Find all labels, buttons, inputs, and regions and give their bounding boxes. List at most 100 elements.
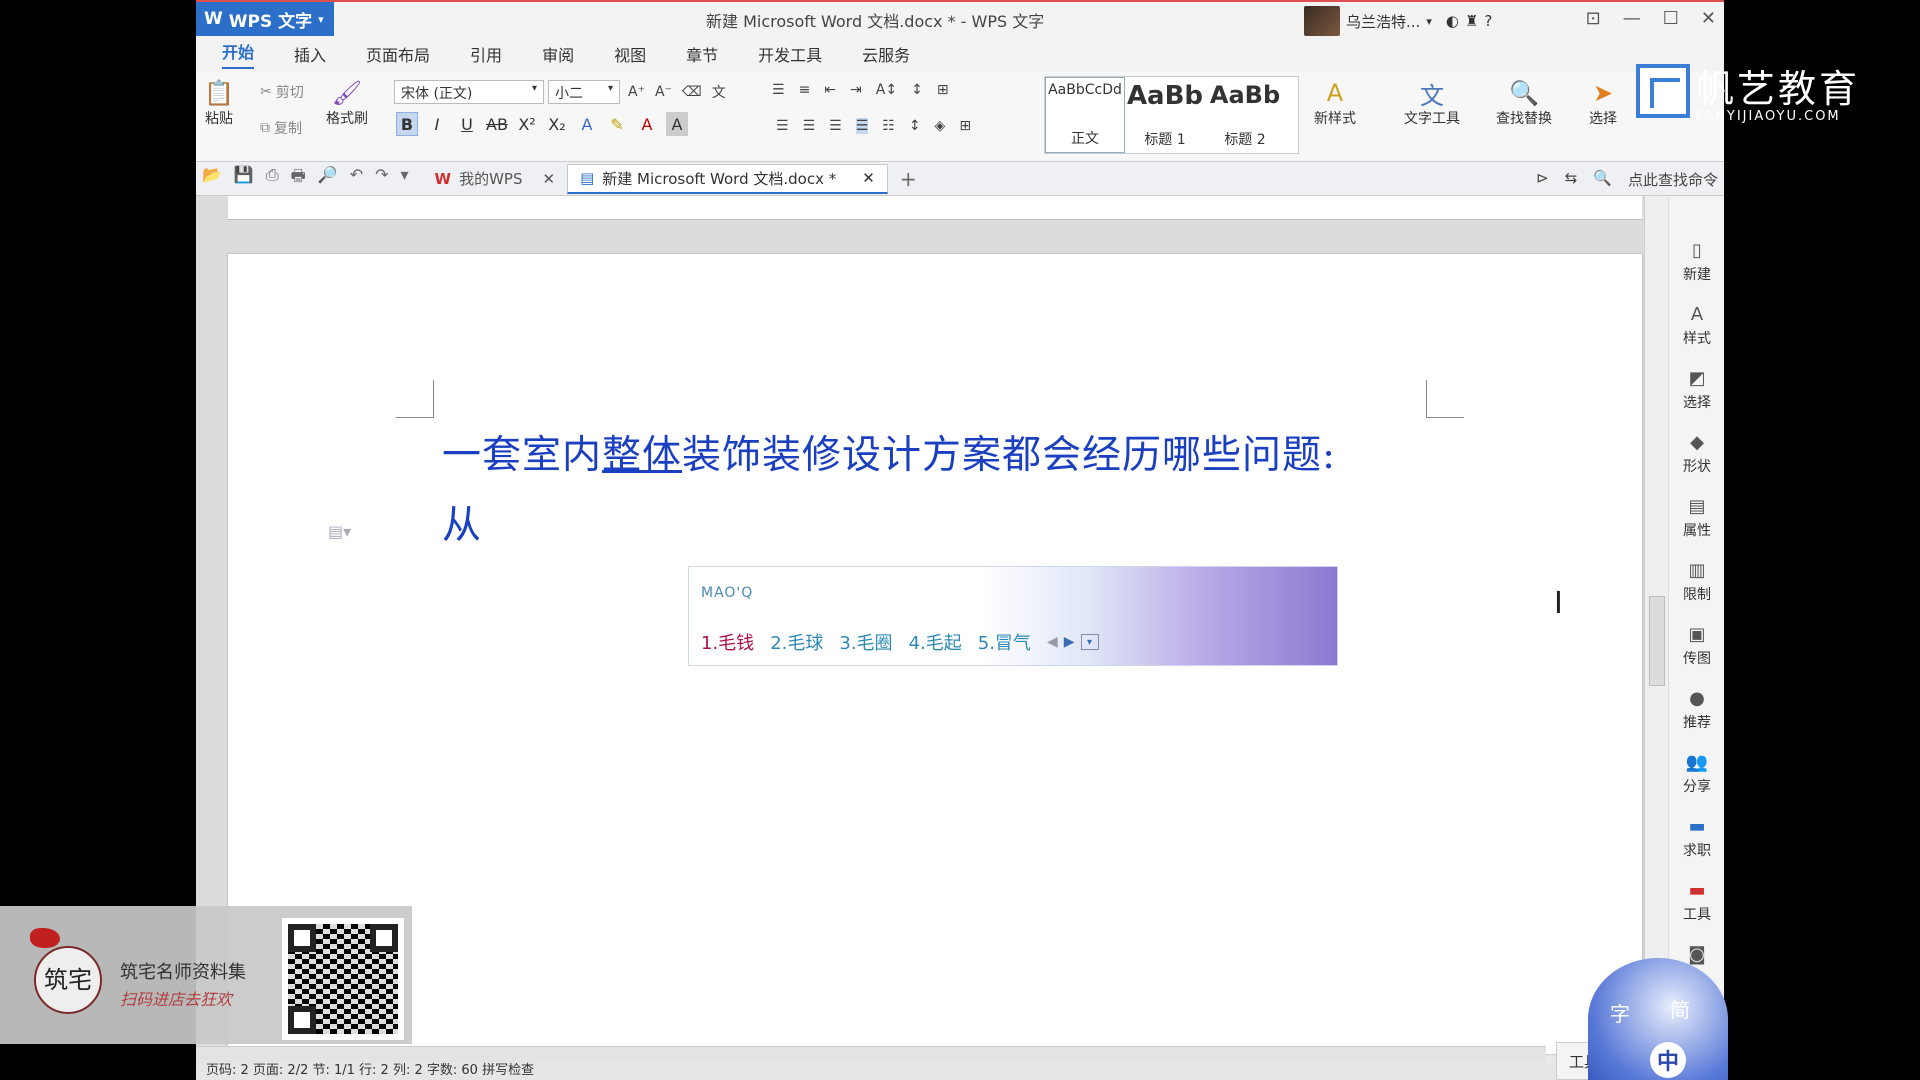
grow-font-icon[interactable]: A⁺ [628, 84, 645, 100]
shirt-icon[interactable]: ♜ [1465, 12, 1478, 30]
close-icon[interactable]: ✕ [862, 169, 875, 187]
ime-candidate[interactable]: 1.毛钱 [701, 629, 754, 655]
decrease-indent-icon[interactable]: ⇤ [824, 82, 836, 98]
ime-status-badge[interactable]: 字 简 中 [1588, 958, 1728, 1080]
shrink-font-icon[interactable]: A⁻ [655, 84, 672, 100]
justify-icon[interactable]: ☰ [855, 118, 869, 134]
tab-view[interactable]: 视图 [614, 42, 646, 66]
tab-page-layout[interactable]: 页面布局 [366, 42, 430, 66]
text-effect-icon[interactable]: A [576, 112, 598, 136]
open-icon[interactable]: 📂 [202, 165, 222, 192]
horizontal-scrollbar[interactable] [196, 1046, 1546, 1062]
font-color-icon[interactable]: A [636, 112, 658, 136]
tab-cloud[interactable]: 云服务 [862, 42, 910, 66]
add-tab-icon[interactable]: + [900, 167, 917, 191]
document-line-2[interactable]: 从 [442, 494, 481, 550]
paragraph-options-icon[interactable]: ▤▾ [328, 522, 351, 541]
expand-icon[interactable]: ▾ [1080, 634, 1099, 650]
tab-document[interactable]: ▤ 新建 Microsoft Word 文档.docx * ✕ [567, 163, 888, 194]
new-style-button[interactable]: A 新样式 [1314, 78, 1356, 128]
cut-button[interactable]: ✂ 剪切 [260, 82, 304, 102]
maximize-icon[interactable]: ☐ [1663, 8, 1679, 29]
align-left-icon[interactable]: ☰ [776, 118, 789, 134]
help-icon[interactable]: ? [1484, 12, 1492, 30]
app-menu-button[interactable]: W WPS 文字 ▾ [196, 2, 334, 36]
tab-section[interactable]: 章节 [686, 42, 718, 66]
style-normal[interactable]: AaBbCcDd 正文 [1045, 77, 1125, 153]
user-account[interactable]: 乌兰浩特... ▾ ◐ ♜ ? [1304, 6, 1492, 36]
sidebar-item-upload-image[interactable]: ▣ 传图 [1669, 624, 1724, 668]
preview-icon[interactable]: 🔎 [318, 165, 338, 192]
scroll-thumb[interactable] [1649, 596, 1665, 686]
sidebar-item-select[interactable]: ◩ 选择 [1669, 368, 1724, 412]
close-icon[interactable]: ✕ [542, 170, 555, 188]
sidebar-item-shape[interactable]: ◆ 形状 [1669, 432, 1724, 476]
align-right-icon[interactable]: ☰ [829, 118, 842, 134]
copy-button[interactable]: ⧉ 复制 [260, 118, 302, 138]
superscript-icon[interactable]: X² [516, 112, 538, 136]
font-size-select[interactable]: 小二 ▾ [548, 80, 620, 104]
vertical-scrollbar[interactable] [1644, 196, 1668, 1046]
sync-icon[interactable]: ⇆ [1565, 169, 1578, 190]
line-spacing-icon[interactable]: ↕ [909, 118, 921, 134]
redo-icon[interactable]: ↷ [375, 165, 388, 192]
sidebar-item-properties[interactable]: ▤ 属性 [1669, 496, 1724, 540]
skin-icon[interactable]: ◐ [1446, 12, 1459, 30]
tab-review[interactable]: 审阅 [542, 42, 574, 66]
bullet-list-icon[interactable]: ☰ [772, 82, 785, 98]
text-direction-icon[interactable]: A↕ [876, 82, 897, 98]
shading-icon[interactable]: ◈ [935, 118, 946, 134]
underline-icon[interactable]: U [456, 112, 478, 136]
restore-layout-icon[interactable]: ⊡ [1586, 8, 1601, 29]
paste-button[interactable]: 📋 粘贴 [204, 78, 234, 128]
char-shading-icon[interactable]: A [666, 112, 688, 136]
style-heading-1[interactable]: AaBb 标题 1 [1125, 77, 1205, 153]
ime-candidate[interactable]: 5.冒气 [978, 629, 1031, 655]
increase-indent-icon[interactable]: ⇥ [850, 82, 862, 98]
sidebar-item-share[interactable]: 👥 分享 [1669, 752, 1724, 796]
subscript-icon[interactable]: X₂ [546, 112, 568, 136]
ime-candidate[interactable]: 4.毛起 [909, 629, 962, 655]
sidebar-item-style[interactable]: A 样式 [1669, 304, 1724, 348]
save-icon[interactable]: 💾 [234, 165, 254, 192]
print-icon[interactable]: 🖶 [291, 165, 306, 192]
sort-icon[interactable]: ↕ [911, 82, 923, 98]
sidebar-item-tools[interactable]: ▬ 工具 [1669, 880, 1724, 924]
distribute-icon[interactable]: ☷ [882, 118, 895, 134]
export-icon[interactable]: ⎙ [266, 165, 279, 192]
next-page-icon[interactable]: ▶ [1064, 634, 1075, 650]
customize-icon[interactable]: ▾ [401, 165, 409, 192]
bold-icon[interactable]: B [396, 112, 418, 136]
ime-candidate[interactable]: 3.毛圈 [839, 629, 892, 655]
undo-icon[interactable]: ↶ [350, 165, 363, 192]
find-replace-button[interactable]: 🔍 查找替换 [1496, 78, 1552, 128]
format-painter-button[interactable]: 🖌 格式刷 [326, 78, 368, 128]
tab-home[interactable]: 开始 [222, 39, 255, 69]
align-center-icon[interactable]: ☰ [803, 118, 816, 134]
ime-candidate[interactable]: 2.毛球 [770, 629, 823, 655]
command-search[interactable]: ⊳ ⇆ 🔍 点此查找命令 [1536, 169, 1718, 190]
text-tools-button[interactable]: 文 文字工具 [1404, 78, 1460, 128]
document-heading[interactable]: 一套室内整体装饰装修设计方案都会经历哪些问题: [442, 424, 1336, 480]
cloud-icon[interactable]: ⊳ [1536, 169, 1549, 190]
numbered-list-icon[interactable]: ≡ [799, 82, 811, 98]
sidebar-item-restrict[interactable]: ▥ 限制 [1669, 560, 1724, 604]
phonetic-icon[interactable]: 文 [712, 82, 726, 102]
sidebar-item-new[interactable]: ▯ 新建 [1669, 240, 1724, 284]
sidebar-item-recommend[interactable]: ● 推荐 [1669, 688, 1724, 732]
highlight-icon[interactable]: ✎ [606, 112, 628, 136]
sidebar-item-jobs[interactable]: ▬ 求职 [1669, 816, 1724, 860]
select-button[interactable]: ➤ 选择 [1588, 78, 1618, 128]
tab-developer[interactable]: 开发工具 [758, 42, 822, 66]
strikethrough-icon[interactable]: AB [486, 112, 508, 136]
table-icon[interactable]: ⊞ [937, 82, 949, 98]
tab-references[interactable]: 引用 [470, 42, 502, 66]
prev-page-icon[interactable]: ◀ [1047, 634, 1058, 650]
italic-icon[interactable]: I [426, 112, 448, 136]
close-icon[interactable]: ✕ [1701, 8, 1716, 29]
minimize-icon[interactable]: — [1623, 8, 1641, 29]
style-heading-2[interactable]: AaBb 标题 2 [1205, 77, 1285, 153]
clear-format-icon[interactable]: ⌫ [682, 84, 702, 100]
font-name-select[interactable]: 宋体 (正文) ▾ [394, 80, 544, 104]
tab-insert[interactable]: 插入 [294, 42, 326, 66]
